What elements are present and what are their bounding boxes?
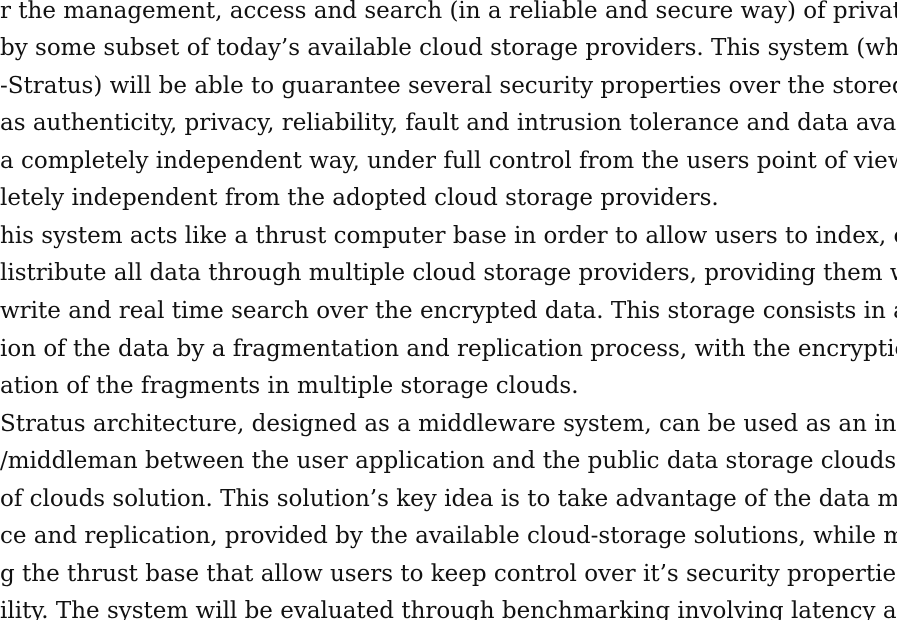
text-line: -Stratus) will be able to guarantee seve… [0,73,897,99]
text-line: listribute all data through multiple clo… [0,260,897,286]
text-line: letely independent from the adopted clou… [0,185,719,211]
document-page: r the management, access and search (in … [0,0,897,620]
text-line: ility. The system will be evaluated thro… [0,598,897,620]
text-line: /middleman between the user application … [0,448,897,474]
text-line: a completely independent way, under full… [0,148,897,174]
text-line: his system acts like a thrust computer b… [0,223,897,249]
text-line: ation of the fragments in multiple stora… [0,373,579,399]
text-line: r the management, access and search (in … [0,0,897,24]
text-line: as authenticity, privacy, reliability, f… [0,110,897,136]
text-line: of clouds solution. This solution’s key … [0,486,897,512]
text-line: g the thrust base that allow users to ke… [0,561,897,587]
text-line: ce and replication, provided by the avai… [0,523,897,549]
text-line: write and real time search over the encr… [0,298,897,324]
text-line: ion of the data by a fragmentation and r… [0,336,897,362]
text-line: by some subset of today’s available clou… [0,35,897,61]
text-line: Stratus architecture, designed as a midd… [0,411,897,437]
